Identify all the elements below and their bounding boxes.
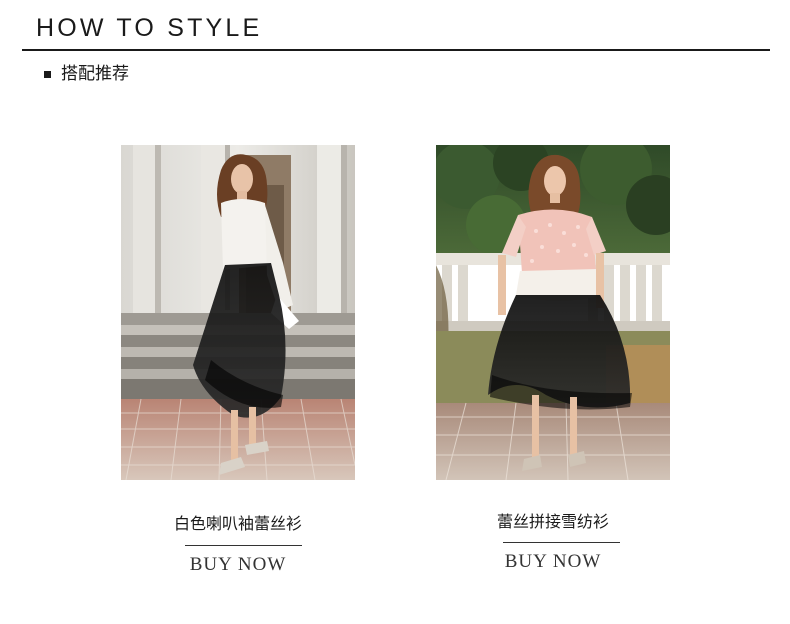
page-title: HOW TO STYLE bbox=[36, 14, 263, 42]
title-divider bbox=[22, 49, 770, 51]
section-heading-label: 搭配推荐 bbox=[61, 64, 129, 84]
buy-divider-2 bbox=[503, 542, 620, 543]
product-photo-2[interactable] bbox=[436, 145, 670, 480]
buy-divider-1 bbox=[185, 545, 302, 546]
product-photo-1[interactable] bbox=[121, 145, 355, 480]
product-name-1: 白色喇叭袖蕾丝衫 bbox=[173, 514, 302, 533]
product-card-2: 蕾丝拼接雪纺衫 BUY NOW bbox=[436, 145, 670, 572]
buy-now-button-1[interactable]: BUY NOW bbox=[121, 553, 355, 577]
product-card-1: 白色喇叭袖蕾丝衫 BUY NOW bbox=[121, 145, 355, 575]
buy-now-button-2[interactable]: BUY NOW bbox=[436, 550, 670, 574]
square-bullet-icon bbox=[44, 70, 51, 78]
section-heading: 搭配推荐 bbox=[44, 63, 129, 85]
product-name-2: 蕾丝拼接雪纺衫 bbox=[496, 512, 609, 531]
